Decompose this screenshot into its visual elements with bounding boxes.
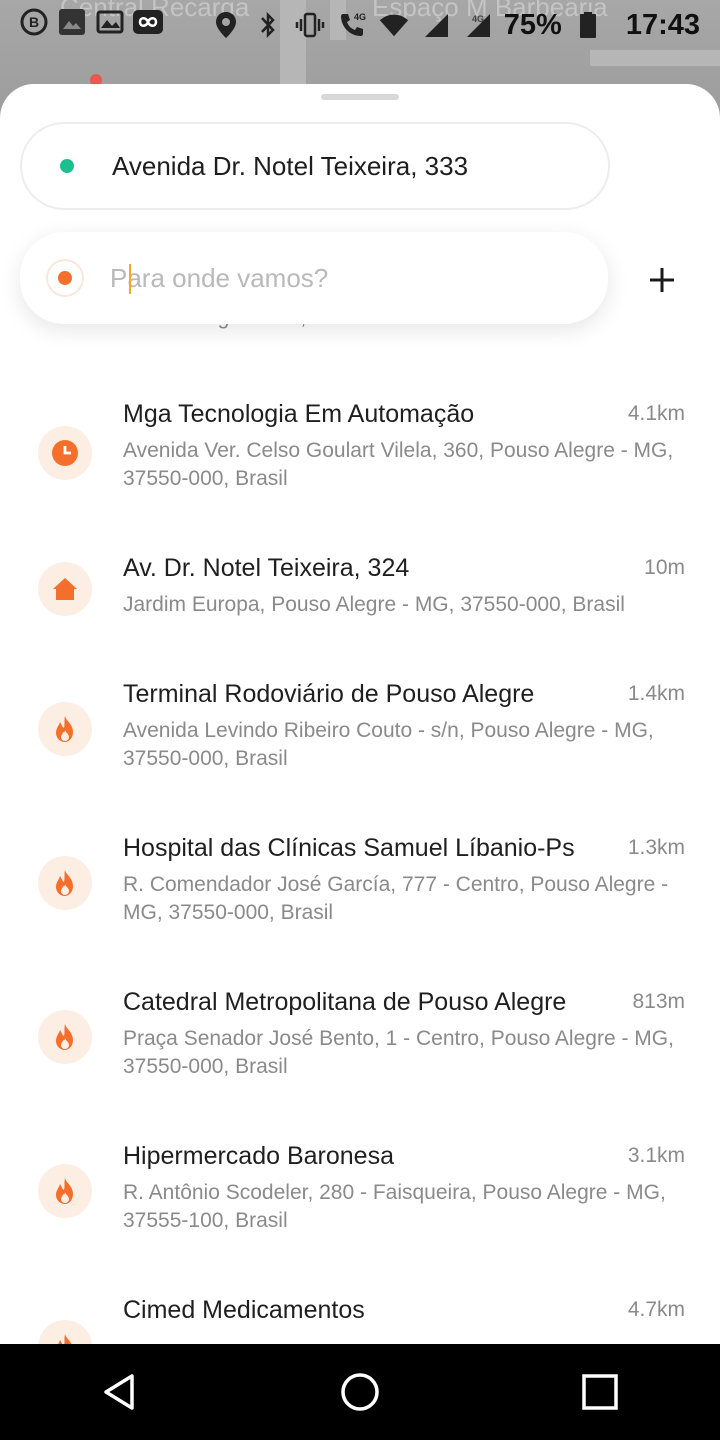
- item-distance: 1.4km: [627, 682, 685, 705]
- recents-button[interactable]: [560, 1352, 640, 1432]
- svg-text:B: B: [29, 14, 39, 30]
- destination-dot-wrap: [46, 259, 84, 297]
- item-icon: [38, 1164, 92, 1218]
- clock-icon: [52, 440, 78, 466]
- item-title: Terminal Rodoviário de Pouso Alegre: [123, 680, 535, 708]
- fire-icon: [58, 1334, 72, 1344]
- destination-dot-icon: [58, 271, 72, 285]
- fire-icon: [56, 1024, 73, 1050]
- call-wifi-icon: 4G: [336, 9, 368, 41]
- origin-dot-icon: [60, 159, 74, 173]
- item-address: R. Antônio Scodeler, 280 - Faisqueira, P…: [123, 1181, 666, 1232]
- destination-input[interactable]: [110, 262, 550, 294]
- svg-text:4G: 4G: [472, 14, 484, 24]
- notification-icons: B: [18, 6, 164, 38]
- add-stop-button[interactable]: [630, 254, 694, 306]
- vibrate-icon: [294, 9, 326, 41]
- item-distance: 4.1km: [627, 402, 685, 425]
- sheet-drag-handle[interactable]: [321, 94, 399, 100]
- home-circle-icon: [341, 1373, 379, 1411]
- battery-percent: 75%: [503, 8, 562, 41]
- battery-icon: [572, 9, 604, 41]
- item-distance: 3.1km: [627, 1144, 685, 1167]
- item-distance: 813m: [632, 990, 685, 1013]
- plus-icon: [650, 268, 674, 292]
- item-distance: 10m: [644, 556, 685, 579]
- item-title: Cimed Medicamentos: [123, 1296, 365, 1324]
- fire-icon: [56, 870, 73, 896]
- item-icon: [38, 702, 92, 756]
- item-title: Hospital das Clínicas Samuel Líbanio-Ps: [123, 834, 575, 862]
- fire-icon: [56, 1178, 73, 1204]
- signal-icon: [420, 9, 452, 41]
- item-address: Avenida Levindo Ribeiro Couto - s/n, Pou…: [123, 719, 654, 770]
- destination-field[interactable]: [20, 232, 608, 324]
- signal-4g-icon: 4G: [462, 9, 494, 41]
- home-icon: [53, 578, 77, 600]
- home-button[interactable]: [320, 1352, 400, 1432]
- system-nav-bar: [0, 1344, 720, 1440]
- item-title: Catedral Metropolitana de Pouso Alegre: [123, 988, 567, 1016]
- origin-address: Avenida Dr. Notel Teixeira, 333: [112, 150, 469, 181]
- bluetooth-icon: [252, 9, 284, 41]
- item-icon: [38, 856, 92, 910]
- item-address: Jardim Europa, Pouso Alegre - MG, 37550-…: [123, 593, 625, 616]
- item-address: R. Comendador José García, 777 - Centro,…: [123, 873, 669, 924]
- infinity-app-icon: [132, 6, 164, 38]
- item-title: Hipermercado Baronesa: [123, 1142, 394, 1170]
- fire-icon: [56, 716, 73, 742]
- location-icon: [210, 9, 242, 41]
- back-button[interactable]: [80, 1352, 160, 1432]
- map-road: [590, 50, 720, 66]
- text-caret: [129, 264, 131, 294]
- status-bar: B 4G 4G 75% 17:43: [0, 0, 720, 50]
- item-title: Mga Tecnologia Em Automação: [123, 400, 475, 428]
- item-distance: 4.7km: [627, 1298, 685, 1321]
- item-icon: [38, 1010, 92, 1064]
- wifi-icon: [378, 9, 410, 41]
- item-distance: 1.3km: [627, 836, 685, 859]
- origin-dot-wrap: [48, 147, 86, 185]
- search-sheet: Avenida Dr. Notel Teixeira, 333 Pouso Al…: [0, 84, 720, 1344]
- image-icon: [94, 6, 126, 38]
- item-icon: [38, 562, 92, 616]
- item-address: Praça Senador José Bento, 1 - Centro, Po…: [123, 1027, 674, 1078]
- item-icon: [38, 1320, 92, 1344]
- gallery-icon: [56, 6, 88, 38]
- origin-field[interactable]: Avenida Dr. Notel Teixeira, 333: [20, 122, 610, 210]
- back-icon: [104, 1374, 134, 1410]
- svg-text:4G: 4G: [354, 12, 366, 22]
- item-address: Avenida Ver. Celso Goulart Vilela, 360, …: [123, 439, 674, 490]
- system-status: 4G 4G 75% 17:43: [210, 0, 700, 50]
- whatsapp-business-icon: B: [18, 6, 50, 38]
- clock: 17:43: [625, 8, 700, 41]
- item-title: Av. Dr. Notel Teixeira, 324: [123, 554, 410, 582]
- item-icon: [38, 426, 92, 480]
- recents-icon: [582, 1374, 618, 1410]
